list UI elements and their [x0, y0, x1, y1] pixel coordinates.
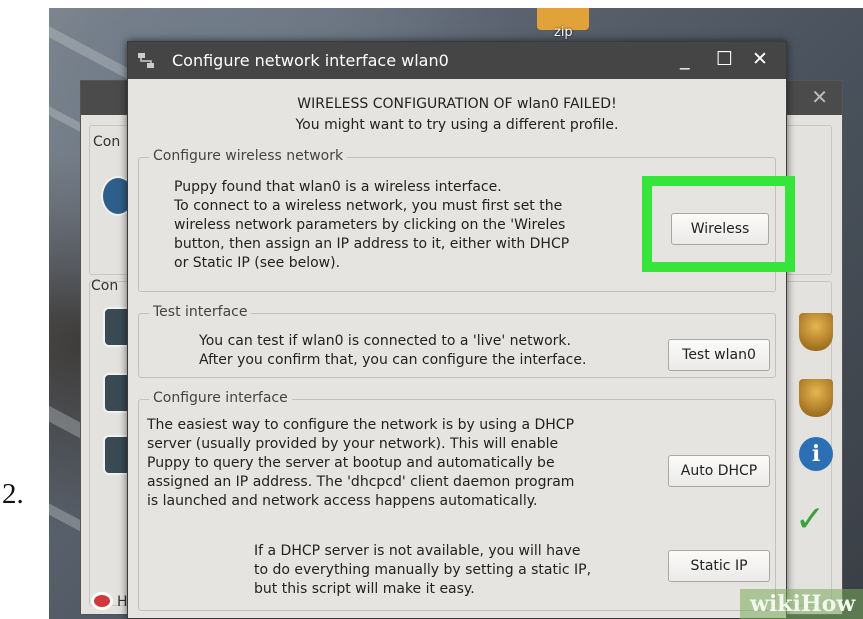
zip-file-label: zip — [554, 25, 573, 40]
static-ip-button[interactable]: Static IP — [668, 550, 770, 582]
background-close-icon[interactable]: ✕ — [811, 85, 828, 109]
info-icon: i — [799, 437, 833, 471]
configure-text: The easiest way to configure the network… — [147, 417, 575, 433]
group-legend: Test interface — [149, 304, 252, 320]
configure-text: is launched and network access happens a… — [147, 493, 538, 509]
maximize-button[interactable]: ☐ — [716, 48, 733, 70]
group-legend: Configure interface — [149, 390, 292, 406]
wireless-text: wireless network parameters by clicking … — [174, 217, 566, 233]
test-interface-group: Test interface You can test if wlan0 is … — [138, 304, 776, 378]
auto-dhcp-button[interactable]: Auto DHCP — [668, 455, 770, 487]
configure-text: Puppy to query the server at bootup and … — [147, 455, 555, 471]
configure-interface-group: Configure interface The easiest way to c… — [138, 390, 776, 611]
test-wlan0-button[interactable]: Test wlan0 — [668, 339, 770, 371]
wikihow-watermark: wikiHow — [740, 589, 863, 619]
wireless-button-highlight — [642, 176, 795, 272]
wireless-text: Puppy found that wlan0 is a wireless int… — [174, 179, 502, 195]
wireless-text: To connect to a wireless network, you mu… — [174, 198, 563, 214]
configure-network-dialog: Configure network interface wlan0 _ ☐ ✕ … — [127, 41, 787, 619]
dialog-title: Configure network interface wlan0 — [172, 51, 449, 70]
configure-text: server (usually provided by your network… — [147, 436, 559, 452]
shield-icon — [799, 379, 833, 417]
group-legend: Configure wireless network — [149, 148, 348, 164]
check-icon: ✓ — [795, 499, 826, 540]
static-text: If a DHCP server is not available, you w… — [254, 543, 581, 559]
test-text: After you confirm that, you can configur… — [199, 352, 587, 368]
wireless-text: or Static IP (see below). — [174, 255, 341, 271]
test-text: You can test if wlan0 is connected to a … — [199, 333, 571, 349]
close-button[interactable]: ✕ — [752, 48, 768, 70]
dialog-titlebar[interactable]: Configure network interface wlan0 _ ☐ ✕ — [128, 42, 786, 79]
static-text: but this script will make it easy. — [254, 581, 475, 597]
failure-line: You might want to try using a different … — [295, 117, 619, 133]
minimize-button[interactable]: _ — [680, 48, 690, 70]
background-label: Con — [93, 134, 121, 150]
failure-line: WIRELESS CONFIGURATION OF wlan0 FAILED! — [297, 96, 617, 112]
wireless-text: button, then assign an IP address to it,… — [174, 236, 570, 252]
static-text: to do everything manually by setting a s… — [254, 562, 592, 578]
help-icon[interactable] — [91, 592, 113, 610]
step-number: 2. — [2, 478, 24, 510]
configure-text: assigned an IP address. The 'dhcpcd' cli… — [147, 474, 575, 490]
background-label: Con — [91, 278, 119, 294]
shield-icon — [799, 313, 833, 351]
failure-message: WIRELESS CONFIGURATION OF wlan0 FAILED! … — [128, 94, 786, 136]
help-label: H — [117, 594, 128, 610]
network-computers-icon — [138, 53, 154, 68]
